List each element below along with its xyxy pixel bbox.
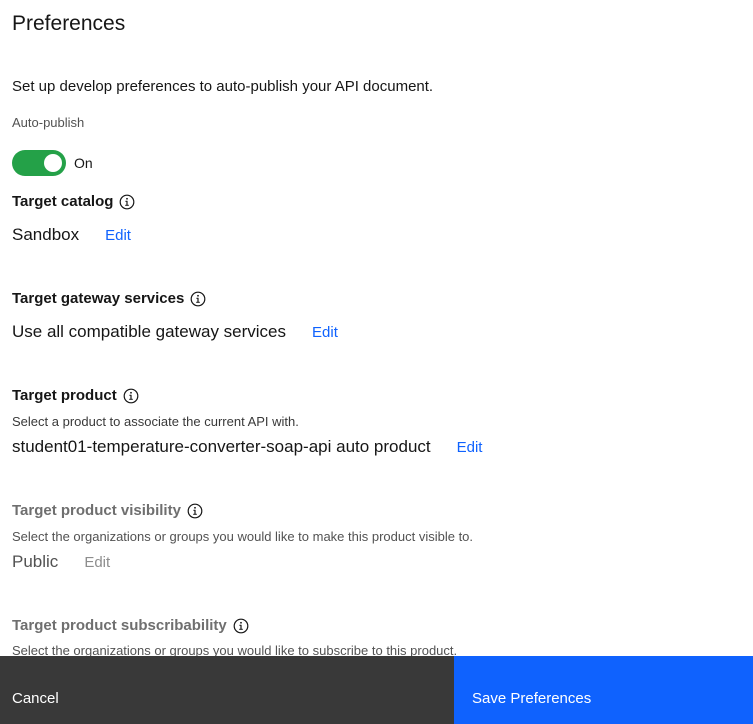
edit-catalog-link[interactable]: Edit: [105, 227, 131, 244]
page-description: Set up develop preferences to auto-publi…: [12, 78, 434, 95]
target-catalog-value: Sandbox: [12, 225, 80, 244]
edit-visibility-link: Edit: [84, 554, 111, 571]
target-product-value: student01-temperature-converter-soap-api…: [12, 437, 431, 456]
info-icon[interactable]: [123, 388, 139, 404]
target-product-helper: Select a product to associate the curren…: [12, 414, 299, 429]
info-icon[interactable]: [233, 618, 249, 634]
page-title: Preferences: [12, 12, 126, 35]
target-visibility-row: Public Edit: [12, 552, 110, 572]
auto-publish-label: Auto-publish: [12, 115, 85, 130]
target-visibility-helper: Select the organizations or groups you w…: [12, 529, 474, 544]
info-icon[interactable]: [190, 291, 206, 307]
edit-gateway-link[interactable]: Edit: [312, 324, 338, 341]
target-catalog-heading: Target catalog: [12, 193, 135, 210]
edit-product-link[interactable]: Edit: [457, 439, 483, 456]
info-icon[interactable]: [187, 503, 203, 519]
toggle-knob: [44, 154, 62, 172]
target-product-heading: Target product: [12, 387, 139, 404]
target-visibility-value: Public: [12, 552, 59, 571]
target-product-title: Target product: [12, 387, 117, 404]
target-gateway-value: Use all compatible gateway services: [12, 322, 287, 341]
target-catalog-title: Target catalog: [12, 193, 114, 210]
target-catalog-row: Sandbox Edit: [12, 225, 131, 245]
auto-publish-row: On: [12, 150, 93, 176]
target-gateway-title: Target gateway services: [12, 290, 185, 307]
target-gateway-heading: Target gateway services: [12, 290, 206, 307]
target-subscribability-title: Target product subscribability: [12, 617, 227, 634]
target-subscribability-helper: Select the organizations or groups you w…: [12, 643, 458, 656]
preferences-form: Preferences Set up develop preferences t…: [12, 0, 742, 656]
target-product-row: student01-temperature-converter-soap-api…: [12, 437, 482, 457]
auto-publish-toggle[interactable]: [12, 150, 66, 176]
modal-footer: Cancel Save Preferences: [0, 656, 753, 724]
save-preferences-button[interactable]: Save Preferences: [454, 656, 753, 724]
target-subscribability-heading: Target product subscribability: [12, 617, 249, 634]
auto-publish-state: On: [74, 155, 93, 171]
preferences-page: Preferences Set up develop preferences t…: [0, 0, 753, 724]
info-icon[interactable]: [119, 194, 135, 210]
cancel-button[interactable]: Cancel: [0, 656, 454, 724]
target-visibility-heading: Target product visibility: [12, 502, 203, 519]
target-gateway-row: Use all compatible gateway services Edit: [12, 322, 338, 342]
target-visibility-title: Target product visibility: [12, 502, 181, 519]
